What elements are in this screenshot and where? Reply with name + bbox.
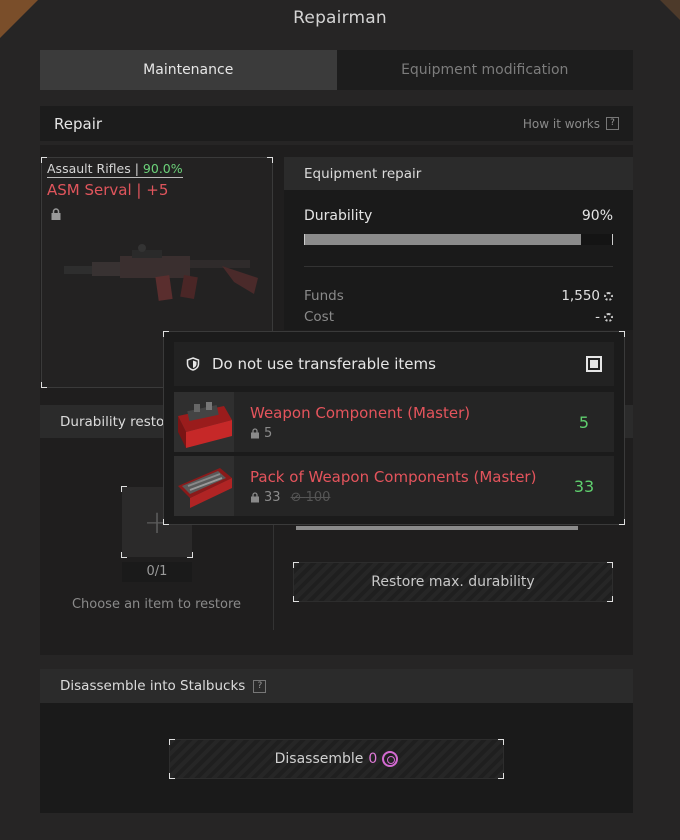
coin-icon [604,291,613,301]
category-separator: | [130,161,143,176]
item-selection-popup: Do not use transferable items Weapon Com… [163,331,625,525]
weapon-components-pack-thumbnail [174,456,234,516]
locked-count: 33 [264,489,281,505]
item-durability-percent: 90.0% [142,161,183,176]
durability-label: Durability [304,208,373,224]
funds-value: 1,550 [561,288,600,304]
component-name: Weapon Component (Master) [250,403,471,422]
cost-label: Cost [304,309,335,325]
corner-bracket [619,331,625,337]
equipment-repair-header: Equipment repair [284,157,633,190]
component-row[interactable]: Weapon Component (Master) 5 5 [174,392,614,452]
corner-bracket [169,773,175,779]
component-counts: 33 ⊘ 100 [250,490,554,505]
repair-section-header: Repair How it works ? [40,106,633,141]
component-quantity: 5 [578,412,590,432]
disassemble-value: 0 [368,751,378,767]
corner-bracket [163,519,169,525]
lock-icon [251,427,259,438]
shield-icon [186,357,200,371]
component-row[interactable]: Pack of Weapon Components (Master) 33 ⊘ … [174,456,614,516]
lock-icon [51,208,61,220]
corner-bracket [293,562,299,568]
transferable-toggle-row[interactable]: Do not use transferable items [174,342,614,386]
equipment-repair-body: Durability 90% Funds 1,550 Cost - [284,190,633,330]
transferable-toggle-label: Do not use transferable items [212,355,436,373]
durability-bar-fill [305,234,582,245]
lock-icon [251,491,259,502]
how-it-works-label: How it works [522,116,600,131]
corner-bracket [607,596,613,602]
funds-row: Funds 1,550 [304,288,613,304]
disassemble-button-label: Disassemble [274,751,364,767]
slot-count: 0/1 [122,562,192,582]
corner-bracket [169,739,175,745]
restore-button-label: Restore max. durability [371,574,535,590]
components-case-icon [178,468,232,508]
corner-bracket [293,596,299,602]
how-it-works-link[interactable]: How it works ? [523,117,619,131]
divider [304,266,613,267]
durability-value: 90% [581,208,613,224]
assault-rifle-icon [64,244,258,301]
choose-item-hint: Choose an item to restore [71,597,242,612]
item-upgrade-level: | +5 [131,181,169,199]
item-category-line: Assault Rifles | 90.0% [47,161,183,178]
durability-bar [304,234,613,245]
cost-value: - [595,309,600,325]
durability-row: Durability 90% [304,208,613,224]
repairman-window: Repairman Maintenance Equipment modifica… [0,0,680,840]
transferable-checkbox[interactable] [586,356,602,372]
disassemble-header: Disassemble into Stalbucks ? [40,669,633,703]
funds-label: Funds [304,288,344,304]
help-icon: ? [606,117,619,130]
cost-row: Cost - [304,309,613,325]
item-category: Assault Rifles [47,161,131,176]
repair-title: Repair [54,114,103,133]
tab-bar: Maintenance Equipment modification [40,50,633,90]
component-counts: 5 [250,426,554,441]
struck-count: ⊘ 100 [290,489,331,505]
locked-count: 5 [264,425,273,441]
restore-max-durability-button[interactable]: Restore max. durability [293,562,613,602]
component-name: Pack of Weapon Components (Master) [250,467,537,486]
tab-maintenance[interactable]: Maintenance [40,50,337,90]
tab-equipment-modification[interactable]: Equipment modification [336,50,633,90]
corner-bracket [498,773,504,779]
help-icon[interactable]: ? [253,679,267,693]
weapon-component-thumbnail [174,392,234,452]
disassemble-button[interactable]: Disassemble 0 [169,739,504,779]
coin-icon [604,312,613,322]
item-name-line: ASM Serval | +5 [47,181,168,199]
corner-bracket [498,739,504,745]
stalbucks-icon [382,751,399,767]
disassemble-title: Disassemble into Stalbucks [60,678,246,694]
component-quantity: 33 [573,476,595,496]
red-toolbox-icon [178,402,232,448]
item-name: ASM Serval [47,181,132,199]
window-title: Repairman [293,8,387,28]
corner-bracket [267,157,273,163]
struck-count-value: 100 [305,489,331,505]
corner-bracket [163,331,169,337]
corner-bracket [607,562,613,568]
restore-progress-bar [296,526,578,530]
corner-bracket [619,519,625,525]
corner-bracket [41,382,47,388]
